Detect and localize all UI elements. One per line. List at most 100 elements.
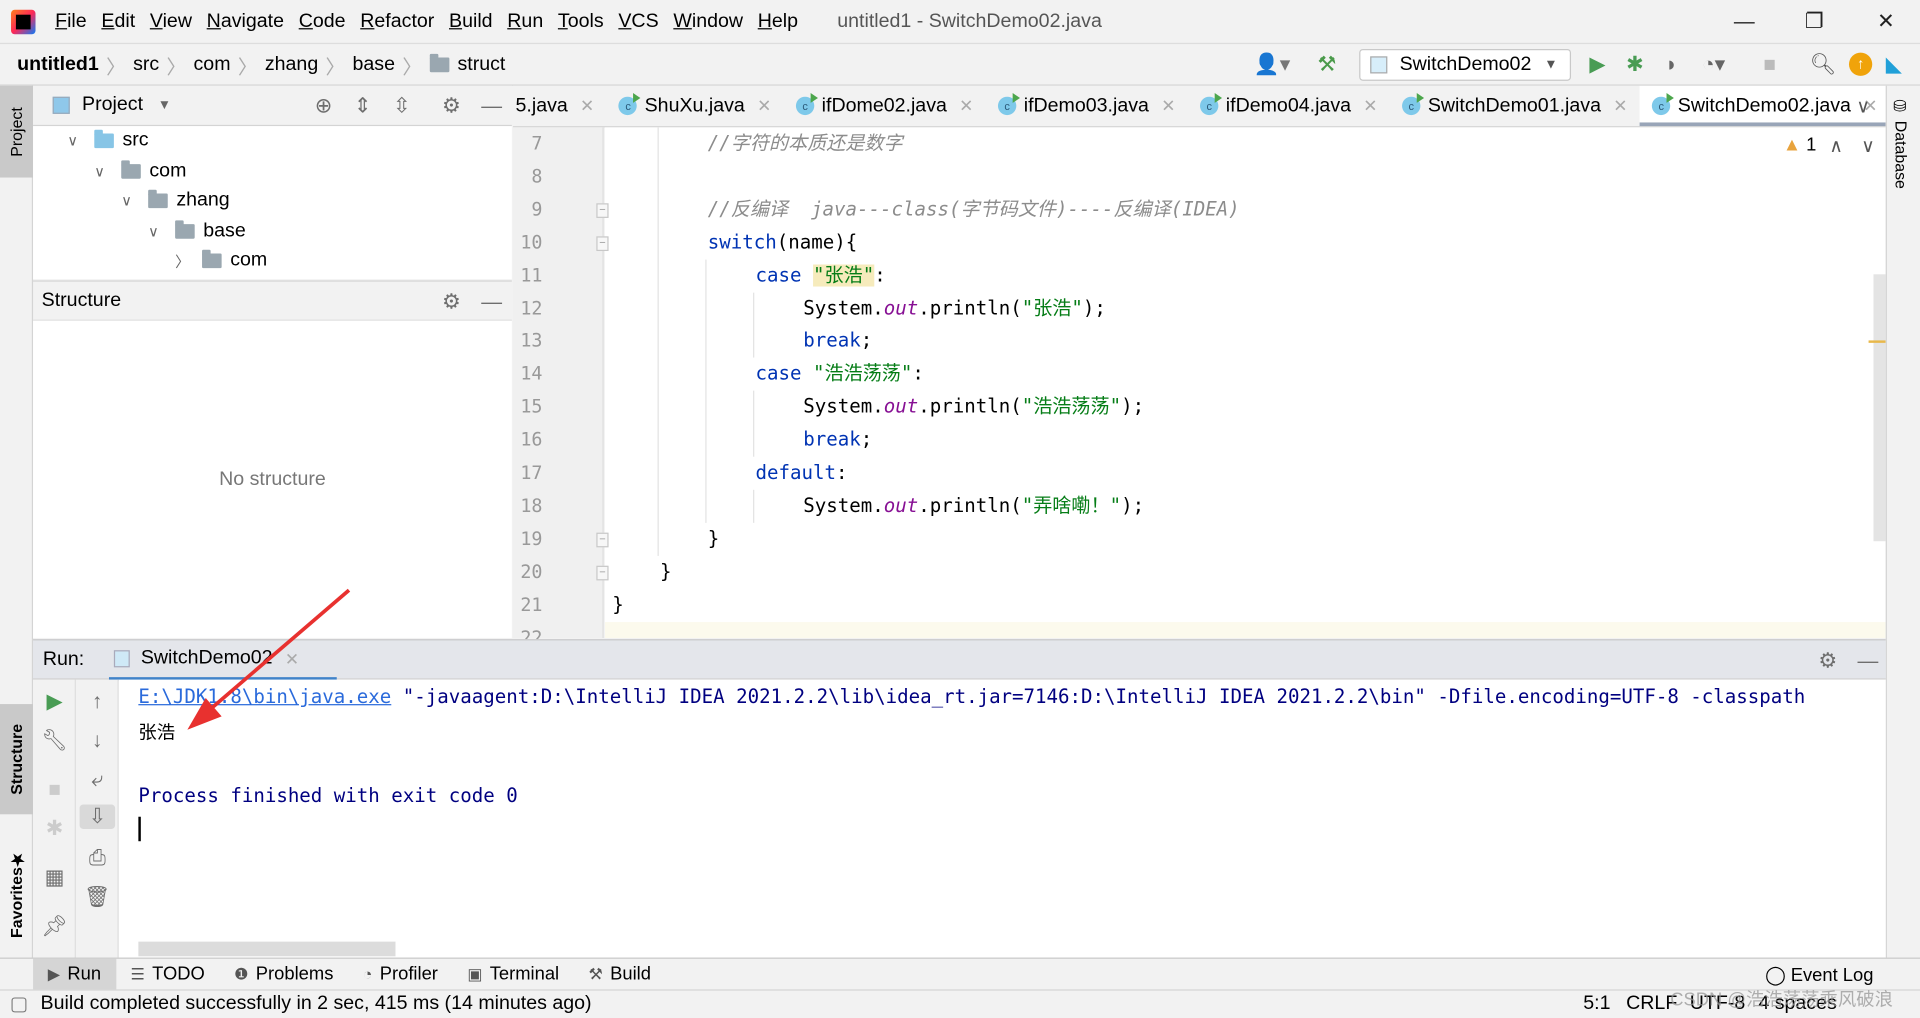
scroll-to-end-icon[interactable]: ⇩ [79, 804, 116, 829]
tab-ifdome02-java[interactable]: c ifDome02.java ✕ [784, 86, 986, 126]
caret-position[interactable]: 5:1 [1583, 993, 1610, 1015]
horizontal-scrollbar[interactable] [138, 941, 396, 957]
down-arrow-icon[interactable]: ↓ [76, 729, 119, 753]
user-icon[interactable]: 👤▾ [1254, 53, 1290, 77]
print-icon[interactable]: ⎙ [76, 846, 119, 870]
menu-vcs[interactable]: VCS [618, 10, 658, 32]
structure-tool-tab[interactable]: Structure [0, 704, 34, 815]
stop-icon[interactable]: ■ [33, 778, 76, 802]
fold-marker-icon[interactable]: − [596, 203, 609, 218]
close-icon[interactable]: ✕ [285, 648, 299, 669]
run-config-select[interactable]: SwitchDemo02 ▼ [1359, 48, 1572, 81]
breadcrumb-item[interactable]: struct [457, 53, 505, 75]
wrench-icon[interactable]: 🔧︎ [33, 729, 76, 753]
collapse-all-icon[interactable]: ⇳ [393, 94, 410, 118]
tree-item[interactable]: ∨ base [148, 216, 246, 245]
breadcrumb-item[interactable]: untitled1 [17, 53, 99, 75]
menu-window[interactable]: Window [673, 10, 743, 32]
breadcrumb-item[interactable]: src [133, 53, 159, 75]
tool-tab-todo[interactable]: ☰ TODO [116, 958, 220, 990]
minimize-button[interactable]: — [1734, 10, 1755, 34]
close-icon[interactable]: ✕ [959, 96, 973, 117]
menu-code[interactable]: Code [299, 10, 346, 32]
search-icon[interactable]: 🔍︎ [1810, 53, 1836, 77]
rerun-failed-icon[interactable]: ✱ [33, 817, 76, 841]
gear-icon[interactable]: ⚙ [1818, 649, 1837, 673]
expand-all-icon[interactable]: ⇕ [354, 94, 371, 118]
build-hammer-icon[interactable]: ⚒ [1318, 53, 1337, 77]
coverage-icon[interactable]: ◗ [1665, 53, 1678, 77]
database-tool-tab[interactable]: ⛁ Database [1892, 98, 1910, 189]
project-panel-title[interactable]: Project [82, 94, 143, 116]
tree-item[interactable]: 〉 com [175, 246, 267, 275]
tree-item[interactable]: ∨ com [94, 156, 186, 185]
tab-ifdemo03-java[interactable]: c ifDemo03.java ✕ [986, 86, 1188, 126]
favorites-tool-tab[interactable]: Favorites ★ [0, 839, 33, 949]
menu-run[interactable]: Run [507, 10, 543, 32]
profiler-run-icon[interactable]: ◔▾ [1702, 53, 1725, 77]
tool-tab-build[interactable]: ⚒ Build [574, 958, 666, 990]
editor-scrollbar[interactable] [1873, 274, 1886, 542]
chevron-down-icon[interactable]: ∨ [148, 222, 165, 239]
up-arrow-icon[interactable]: ↑ [76, 689, 119, 713]
fold-marker-icon[interactable]: − [596, 532, 609, 548]
tree-item[interactable]: ∨ src [67, 126, 148, 155]
tab-shuxu-java[interactable]: c ShuXu.java ✕ [607, 86, 784, 126]
menu-refactor[interactable]: Refactor [360, 10, 434, 32]
maximize-button[interactable]: ❐ [1805, 10, 1824, 34]
tabs-overflow-chevron-icon[interactable]: ∨ [1856, 96, 1869, 118]
warning-marker[interactable] [1868, 340, 1886, 343]
close-icon[interactable]: ✕ [757, 96, 771, 117]
chevron-down-icon[interactable]: ▼ [158, 98, 171, 113]
tab-switchdemo02-java[interactable]: c SwitchDemo02.java ✕ [1639, 85, 1886, 127]
menu-file[interactable]: File [55, 10, 87, 32]
menu-navigate[interactable]: Navigate [207, 10, 284, 32]
menu-build[interactable]: Build [449, 10, 493, 32]
breadcrumb-item[interactable]: com [194, 53, 231, 75]
tab-ifdemo04-java[interactable]: c ifDemo04.java ✕ [1188, 86, 1390, 126]
chevron-down-icon[interactable]: ∨ [121, 192, 138, 209]
menu-help[interactable]: Help [758, 10, 798, 32]
locate-icon[interactable]: ⊕ [315, 94, 332, 118]
menu-tools[interactable]: Tools [558, 10, 604, 32]
breadcrumb-item[interactable]: base [353, 53, 395, 75]
tool-tab-problems[interactable]: ❶ Problems [219, 958, 348, 990]
tool-tab-run[interactable]: ▶ Run [33, 958, 116, 991]
hide-icon[interactable]: — [481, 94, 502, 118]
stop-icon[interactable]: ■ [1763, 53, 1776, 77]
previous-highlight-icon[interactable]: ∧ [1829, 135, 1842, 157]
tool-tab-profiler[interactable]: ◔ Profiler [348, 958, 453, 990]
event-log-button[interactable]: ◯ Event Log [1765, 963, 1873, 985]
menu-view[interactable]: View [150, 10, 192, 32]
project-tool-tab[interactable]: Project [0, 85, 34, 178]
status-toggle-icon[interactable]: ▢ [10, 992, 29, 1016]
chevron-down-icon[interactable]: ∨ [67, 132, 84, 149]
soft-wrap-icon[interactable]: ⤶ [76, 768, 119, 792]
close-window-button[interactable]: ✕ [1877, 10, 1894, 34]
tool-tab-terminal[interactable]: ▣ Terminal [453, 958, 574, 990]
pin-icon[interactable]: 📌︎ [33, 915, 76, 939]
menu-edit[interactable]: Edit [101, 10, 135, 32]
debug-icon[interactable]: ✱ [1626, 53, 1643, 77]
warning-indicator[interactable]: ▲ 1 [1783, 135, 1817, 156]
close-icon[interactable]: ✕ [580, 96, 594, 117]
hide-icon[interactable]: — [1858, 649, 1879, 673]
run-icon[interactable]: ▶ [1589, 53, 1605, 77]
close-icon[interactable]: ✕ [1161, 96, 1175, 117]
trash-icon[interactable]: 🗑︎ [76, 885, 119, 909]
close-icon[interactable]: ✕ [1613, 96, 1627, 117]
tab-switchdemo01-java[interactable]: c SwitchDemo01.java ✕ [1390, 86, 1640, 126]
code-with-me-icon[interactable]: ◣ [1886, 53, 1902, 77]
update-icon[interactable]: ↑ [1848, 52, 1873, 76]
layout-icon[interactable]: ▦ [33, 866, 76, 890]
gear-icon[interactable]: ⚙ [442, 290, 461, 314]
fold-marker-icon[interactable]: − [596, 565, 609, 581]
tree-item[interactable]: ∨ zhang [121, 186, 230, 215]
status-message[interactable]: Build completed successfully in 2 sec, 4… [41, 993, 592, 1015]
gear-icon[interactable]: ⚙ [442, 94, 461, 118]
close-icon[interactable]: ✕ [1363, 96, 1377, 117]
breadcrumb-item[interactable]: zhang [265, 53, 318, 75]
chevron-down-icon[interactable]: ∨ [94, 162, 111, 179]
run-tab-switchdemo02[interactable]: SwitchDemo02 ✕ [108, 640, 337, 681]
rerun-icon[interactable]: ▶ [33, 689, 76, 713]
